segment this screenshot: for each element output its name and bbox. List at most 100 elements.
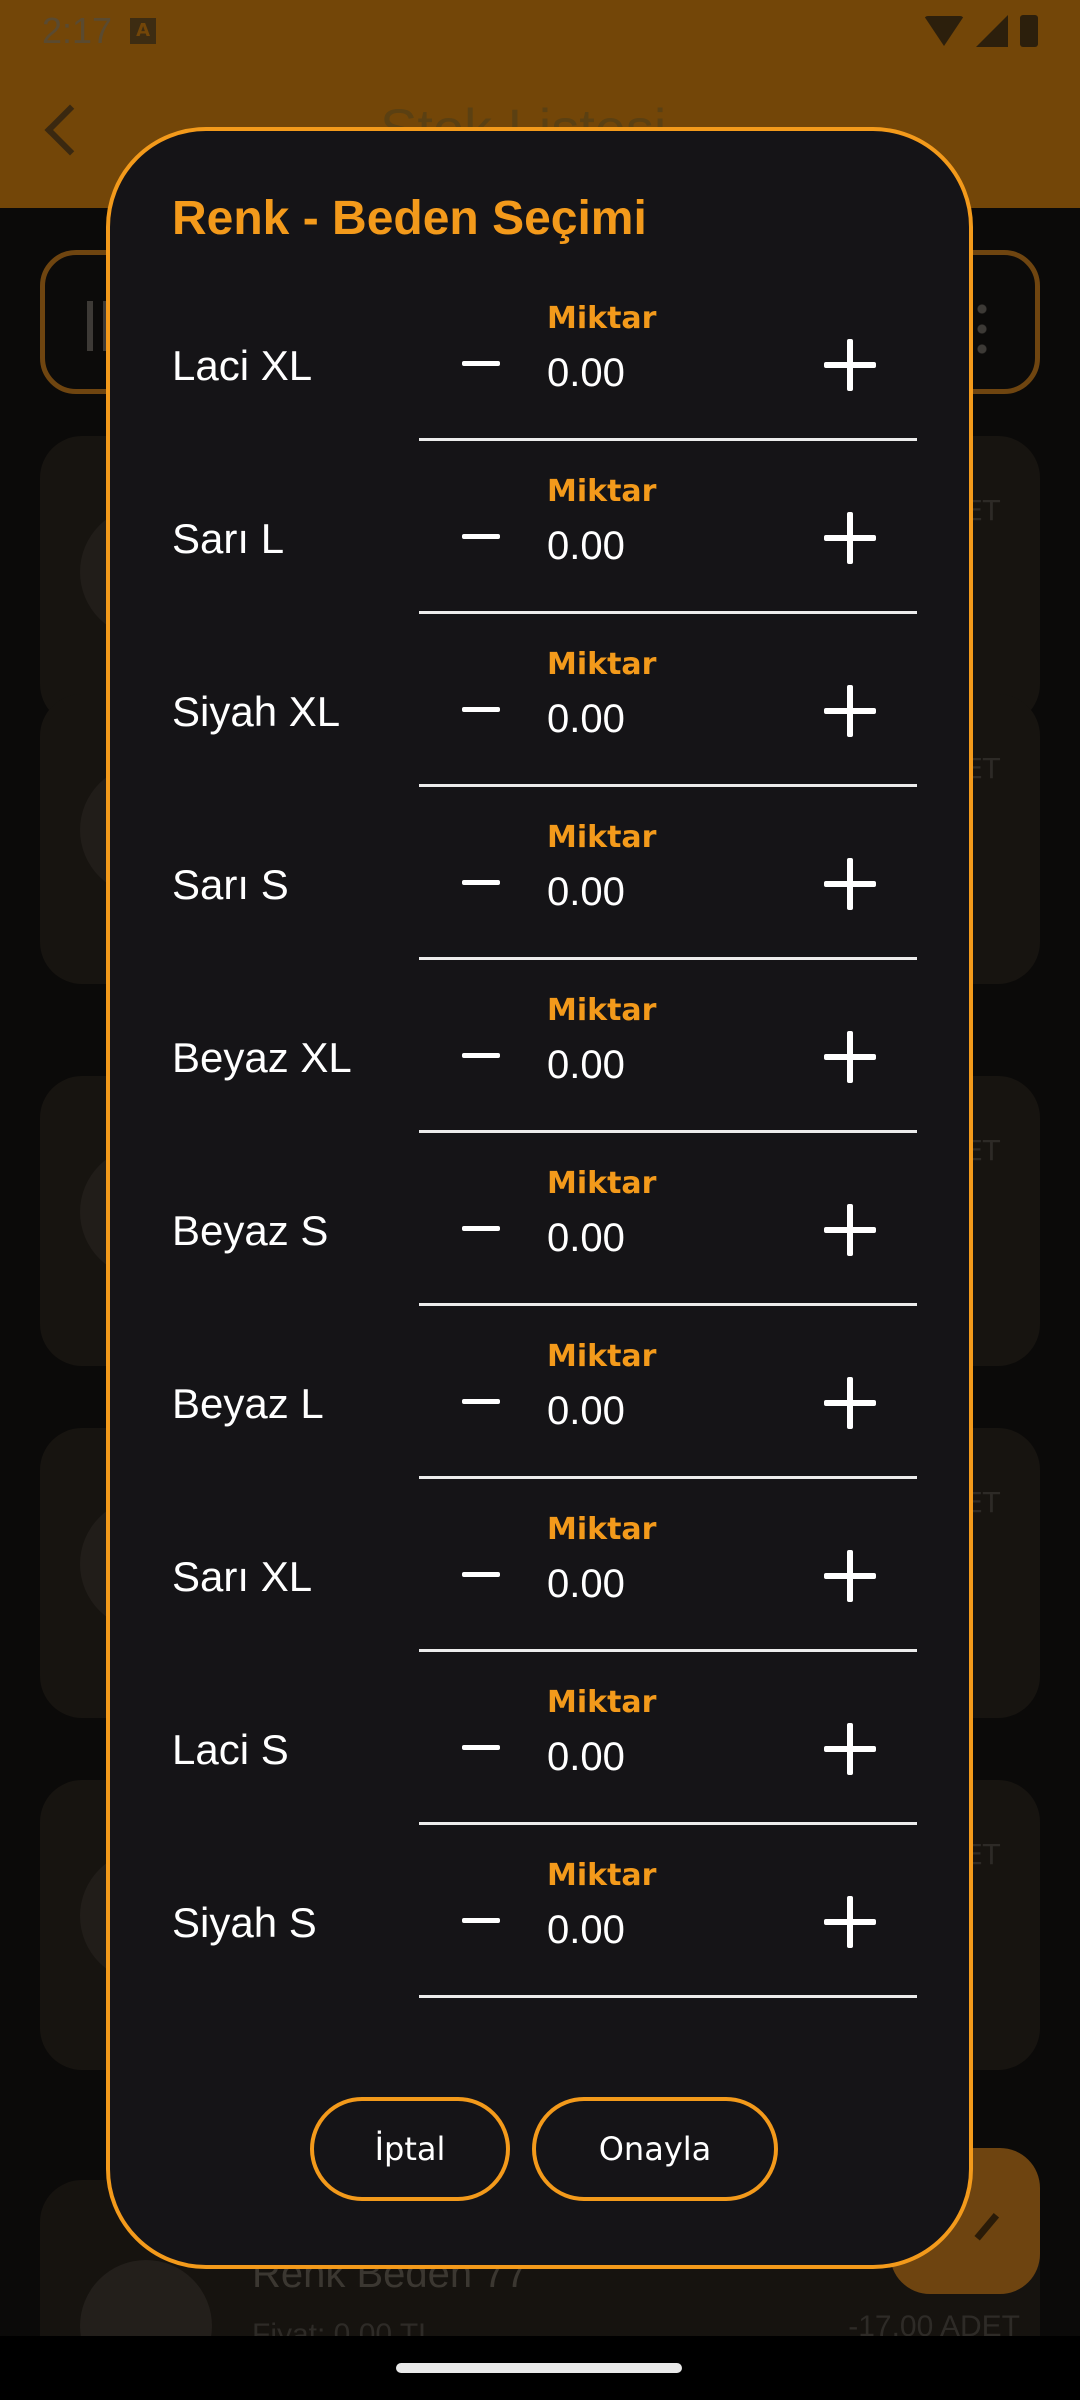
quantity-input[interactable] — [547, 1558, 787, 1610]
quantity-label: Miktar — [547, 1166, 657, 1201]
increment-button[interactable] — [824, 1377, 876, 1429]
quantity-label: Miktar — [547, 1512, 657, 1547]
more-options-icon[interactable] — [977, 299, 987, 355]
minus-icon — [462, 879, 500, 885]
decrement-button[interactable] — [461, 689, 501, 729]
quantity-stepper: Miktar — [419, 1685, 917, 1825]
increment-button[interactable] — [824, 1204, 876, 1256]
increment-button[interactable] — [824, 339, 876, 391]
quantity-stepper: Miktar — [419, 1512, 917, 1652]
decrement-button[interactable] — [461, 343, 501, 383]
quantity-label: Miktar — [547, 301, 657, 336]
variant-label: Beyaz S — [172, 1207, 329, 1254]
variant-label: Laci S — [172, 1726, 289, 1773]
quantity-input[interactable] — [547, 1385, 787, 1437]
plus-icon-vertical — [847, 1723, 853, 1775]
plus-icon-vertical — [847, 1204, 853, 1256]
quantity-input[interactable] — [547, 1039, 787, 1091]
decrement-button[interactable] — [461, 1381, 501, 1421]
plus-icon-vertical — [847, 1377, 853, 1429]
quantity-label: Miktar — [547, 1339, 657, 1374]
quantity-stepper: Miktar — [419, 1166, 917, 1306]
quantity-label: Miktar — [547, 1858, 657, 1893]
variant-label: Sarı S — [172, 861, 289, 908]
status-bar: 2:17 A — [0, 0, 1080, 62]
decrement-button[interactable] — [461, 1900, 501, 1940]
variant-label: Beyaz L — [172, 1380, 324, 1427]
minus-icon — [462, 1398, 500, 1404]
battery-icon — [1020, 15, 1038, 47]
plus-icon-vertical — [847, 858, 853, 910]
decrement-button[interactable] — [461, 516, 501, 556]
variant-label: Siyah S — [172, 1899, 317, 1946]
quantity-stepper: Miktar — [419, 1339, 917, 1479]
home-indicator[interactable] — [396, 2363, 682, 2373]
quantity-label: Miktar — [547, 1685, 657, 1720]
quantity-stepper: Miktar — [419, 993, 917, 1133]
quantity-input[interactable] — [547, 1731, 787, 1783]
quantity-input[interactable] — [547, 1212, 787, 1264]
color-size-dialog: Renk - Beden Seçimi Laci XL Miktar Sarı … — [106, 127, 973, 2269]
variant-label: Siyah XL — [172, 688, 341, 735]
increment-button[interactable] — [824, 685, 876, 737]
minus-icon — [462, 1571, 500, 1577]
increment-button[interactable] — [824, 1550, 876, 1602]
decrement-button[interactable] — [461, 1554, 501, 1594]
increment-button[interactable] — [824, 512, 876, 564]
increment-button[interactable] — [824, 1031, 876, 1083]
minus-icon — [462, 360, 500, 366]
status-time: 2:17 — [42, 10, 113, 51]
variant-row: Sarı L Miktar — [110, 474, 969, 647]
decrement-button[interactable] — [461, 1727, 501, 1767]
minus-icon — [462, 706, 500, 712]
quantity-input[interactable] — [547, 520, 787, 572]
quantity-input[interactable] — [547, 1904, 787, 1956]
plus-icon-vertical — [847, 685, 853, 737]
variant-label: Laci XL — [172, 342, 313, 389]
confirm-button[interactable]: Onayla — [532, 2097, 778, 2201]
quantity-stepper: Miktar — [419, 1858, 917, 1998]
quantity-stepper: Miktar — [419, 474, 917, 614]
quantity-label: Miktar — [547, 647, 657, 682]
minus-icon — [462, 1917, 500, 1923]
decrement-button[interactable] — [461, 1208, 501, 1248]
quantity-input[interactable] — [547, 347, 787, 399]
variant-row: Laci S Miktar — [110, 1685, 969, 1858]
signal-icon — [976, 15, 1008, 47]
plus-icon-vertical — [847, 512, 853, 564]
plus-icon-vertical — [847, 1031, 853, 1083]
cancel-button[interactable]: İptal — [310, 2097, 510, 2201]
increment-button[interactable] — [824, 858, 876, 910]
quantity-label: Miktar — [547, 820, 657, 855]
status-icons — [924, 15, 1038, 47]
quantity-input[interactable] — [547, 866, 787, 918]
minus-icon — [462, 1744, 500, 1750]
wifi-icon — [924, 16, 964, 46]
quantity-input[interactable] — [547, 693, 787, 745]
variant-row: Siyah XL Miktar — [110, 647, 969, 820]
dialog-title: Renk - Beden Seçimi — [172, 192, 647, 245]
plus-icon-vertical — [847, 1896, 853, 1948]
variant-row: Beyaz XL Miktar — [110, 993, 969, 1166]
decrement-button[interactable] — [461, 862, 501, 902]
quantity-label: Miktar — [547, 474, 657, 509]
variant-label: Sarı XL — [172, 1553, 313, 1600]
variant-row: Beyaz L Miktar — [110, 1339, 969, 1512]
quantity-stepper: Miktar — [419, 647, 917, 787]
variant-row: Laci XL Miktar — [110, 301, 969, 474]
minus-icon — [462, 533, 500, 539]
quantity-stepper: Miktar — [419, 301, 917, 441]
variant-row: Sarı XL Miktar — [110, 1512, 969, 1685]
variant-label: Beyaz XL — [172, 1034, 352, 1081]
minus-icon — [462, 1052, 500, 1058]
quantity-stepper: Miktar — [419, 820, 917, 960]
variant-row: Beyaz S Miktar — [110, 1166, 969, 1339]
increment-button[interactable] — [824, 1896, 876, 1948]
dialog-actions: İptal Onayla — [110, 2097, 969, 2201]
minus-icon — [462, 1225, 500, 1231]
quantity-label: Miktar — [547, 993, 657, 1028]
decrement-button[interactable] — [461, 1035, 501, 1075]
increment-button[interactable] — [824, 1723, 876, 1775]
variant-row: Siyah S Miktar — [110, 1858, 969, 2031]
variant-label: Sarı L — [172, 515, 285, 562]
